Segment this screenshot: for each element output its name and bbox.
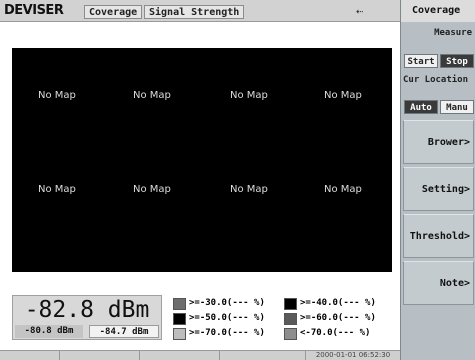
legend-label: >=-50.0(--- %) — [189, 313, 265, 323]
map-cell-label: No Map — [230, 184, 268, 195]
legend-swatch — [173, 313, 186, 325]
map-cell-label: No Map — [38, 90, 76, 101]
measure-header: Measure — [434, 28, 472, 38]
brand-logo: DEVISER — [4, 3, 64, 18]
legend-label: <-70.0(--- %) — [300, 328, 371, 338]
cur-location-header: Cur Location — [403, 75, 469, 85]
status-segment — [220, 351, 306, 360]
map-cell-label: No Map — [230, 90, 268, 101]
status-segment — [0, 351, 60, 360]
map-cell-label: No Map — [38, 184, 76, 195]
start-button[interactable]: Start — [404, 54, 438, 68]
legend-label: >=-40.0(--- %) — [300, 298, 376, 308]
legend-swatch — [284, 298, 297, 310]
note-softkey[interactable]: Note> — [403, 261, 474, 305]
map-cell-label: No Map — [324, 184, 362, 195]
map-cell-label: No Map — [133, 184, 171, 195]
title-bar: DEVISER Coverage Signal Strength ⇠ — [0, 0, 400, 22]
legend-label: >=-30.0(--- %) — [189, 298, 265, 308]
browser-softkey[interactable]: Brower> — [403, 120, 474, 164]
tab-coverage[interactable]: Coverage — [84, 5, 143, 19]
map-cell-label: No Map — [133, 90, 171, 101]
usb-icon: ⇠ — [356, 4, 364, 18]
legend-swatch — [284, 328, 297, 340]
status-timestamp: 2000-01-01 06:52:30 — [315, 351, 391, 359]
coverage-map[interactable]: No Map No Map No Map No Map No Map No Ma… — [12, 48, 392, 272]
map-cell-label: No Map — [324, 90, 362, 101]
status-segment — [140, 351, 220, 360]
legend-swatch — [284, 313, 297, 325]
signal-max-value: -84.7 dBm — [89, 325, 159, 338]
legend-label: >=-60.0(--- %) — [300, 313, 376, 323]
manual-location-button[interactable]: Manu — [440, 100, 474, 114]
signal-readout: -82.8 dBm -80.8 dBm -84.7 dBm — [12, 295, 162, 340]
legend-label: >=-70.0(--- %) — [189, 328, 265, 338]
threshold-softkey[interactable]: Threshold> — [403, 214, 474, 258]
panel-title: Coverage — [401, 0, 475, 22]
signal-min-value: -80.8 dBm — [15, 325, 83, 338]
setting-softkey[interactable]: Setting> — [403, 167, 474, 211]
legend-swatch — [173, 298, 186, 310]
softkey-panel: Coverage Measure Start Stop Cur Location… — [400, 0, 475, 360]
status-segment — [60, 351, 140, 360]
legend-swatch — [173, 328, 186, 340]
signal-strength-value: -82.8 dBm — [24, 297, 150, 323]
auto-location-button[interactable]: Auto — [404, 100, 438, 114]
tab-signal-strength[interactable]: Signal Strength — [144, 5, 245, 19]
stop-button[interactable]: Stop — [440, 54, 474, 68]
